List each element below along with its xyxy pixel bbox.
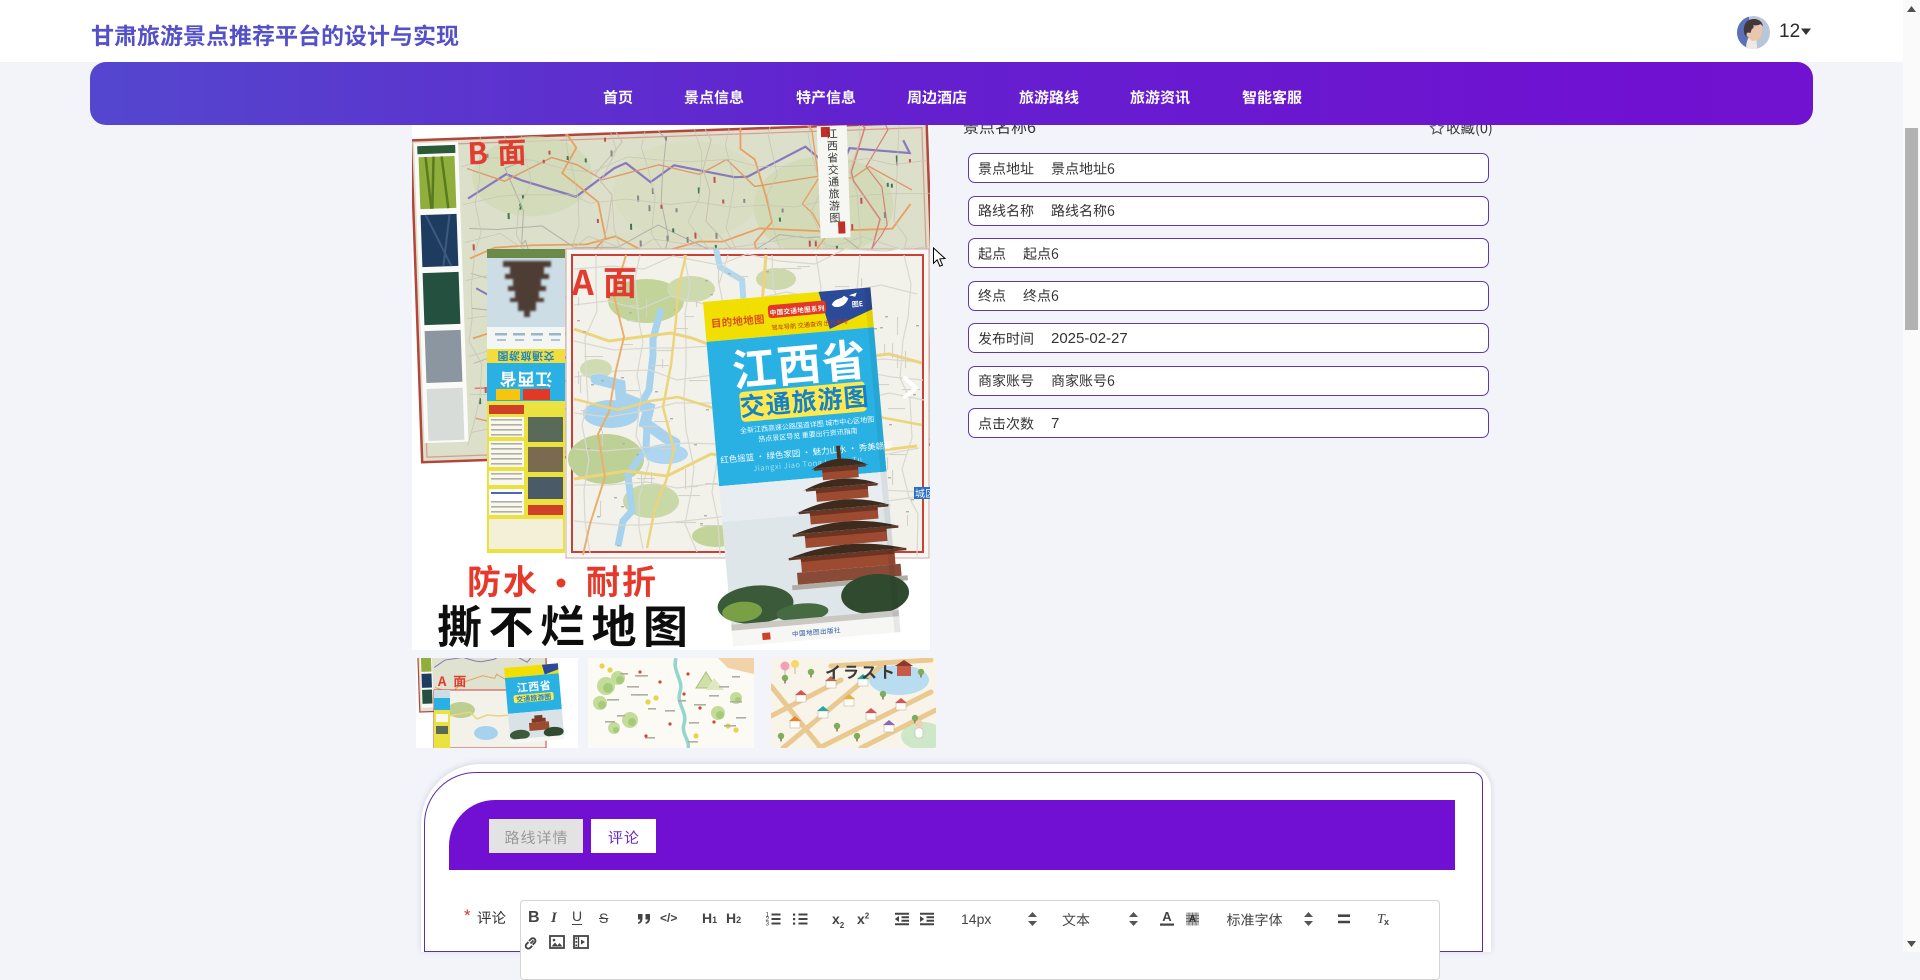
svg-text:3: 3 [766, 921, 770, 928]
svg-text:x: x [1384, 917, 1389, 927]
svg-text:A: A [1162, 909, 1172, 924]
svg-text:A: A [1189, 914, 1196, 925]
